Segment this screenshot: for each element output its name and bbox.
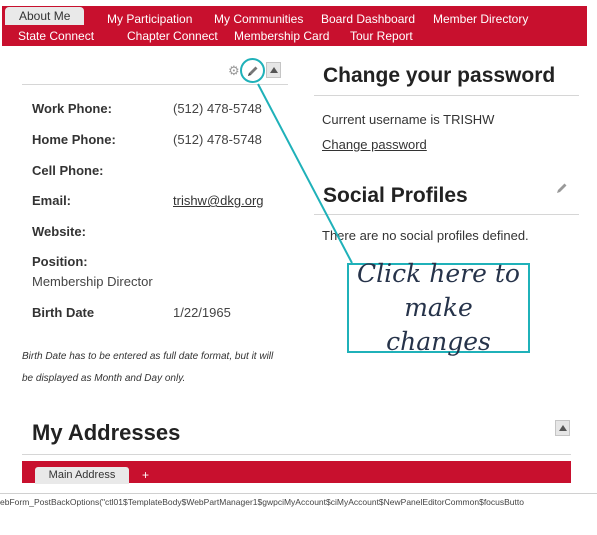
tab-my-participation[interactable]: My Participation — [107, 12, 192, 26]
home-phone-label: Home Phone: — [32, 132, 116, 147]
cell-phone-label: Cell Phone: — [32, 163, 104, 178]
change-password-link[interactable]: Change password — [322, 137, 427, 152]
pencil-icon — [247, 66, 257, 76]
tab-member-directory[interactable]: Member Directory — [433, 12, 528, 26]
tab-tour-report[interactable]: Tour Report — [350, 29, 413, 43]
tab-board-dashboard[interactable]: Board Dashboard — [321, 12, 415, 26]
work-phone-value: (512) 478-5748 — [173, 101, 262, 116]
tab-chapter-connect[interactable]: Chapter Connect — [127, 29, 218, 43]
callout-box: Click here to make changes — [347, 259, 530, 356]
tab-main-address[interactable]: Main Address — [35, 467, 129, 484]
birth-date-label: Birth Date — [32, 305, 95, 320]
position-value: Membership Director — [32, 274, 153, 289]
social-profiles-title: Social Profiles — [323, 184, 468, 207]
work-phone-label: Work Phone: — [32, 101, 112, 116]
position-label: Position: — [32, 254, 88, 269]
add-address-button[interactable]: + — [142, 468, 149, 482]
tab-membership-card[interactable]: Membership Card — [234, 29, 329, 43]
gear-icon[interactable]: ⚙ — [228, 63, 240, 79]
status-bar: ebForm_PostBackOptions("ctl01$TemplateBo… — [0, 493, 597, 510]
callout-line1: Click here to — [357, 259, 520, 289]
change-password-title: Change your password — [323, 64, 556, 87]
callout-line2: make changes — [386, 293, 491, 356]
no-social-profiles-text: There are no social profiles defined. — [322, 228, 529, 243]
addresses-divider — [22, 454, 571, 455]
collapse-addresses-button[interactable] — [555, 420, 570, 436]
tab-state-connect[interactable]: State Connect — [18, 29, 94, 43]
my-addresses-title: My Addresses — [32, 420, 181, 445]
edit-contact-button[interactable] — [240, 58, 265, 83]
top-nav-bar: About Me My Participation My Communities… — [2, 6, 587, 46]
collapse-contact-button[interactable] — [266, 62, 281, 78]
birth-date-note-line2: be displayed as Month and Day only. — [22, 373, 186, 384]
collapse-up-icon — [269, 67, 278, 73]
birth-date-note-line1: Birth Date has to be entered as full dat… — [22, 351, 274, 362]
social-divider — [314, 214, 579, 215]
website-label: Website: — [32, 224, 86, 239]
tab-my-communities[interactable]: My Communities — [214, 12, 303, 26]
birth-date-value: 1/22/1965 — [173, 305, 231, 320]
collapse-up-icon — [558, 425, 567, 431]
current-username-text: Current username is TRISHW — [322, 112, 495, 127]
home-phone-value: (512) 478-5748 — [173, 132, 262, 147]
email-label: Email: — [32, 193, 72, 208]
tab-about-me[interactable]: About Me — [5, 7, 85, 25]
password-divider — [314, 95, 579, 96]
pencil-icon[interactable] — [556, 182, 568, 194]
email-link[interactable]: trishw@dkg.org — [173, 193, 264, 208]
